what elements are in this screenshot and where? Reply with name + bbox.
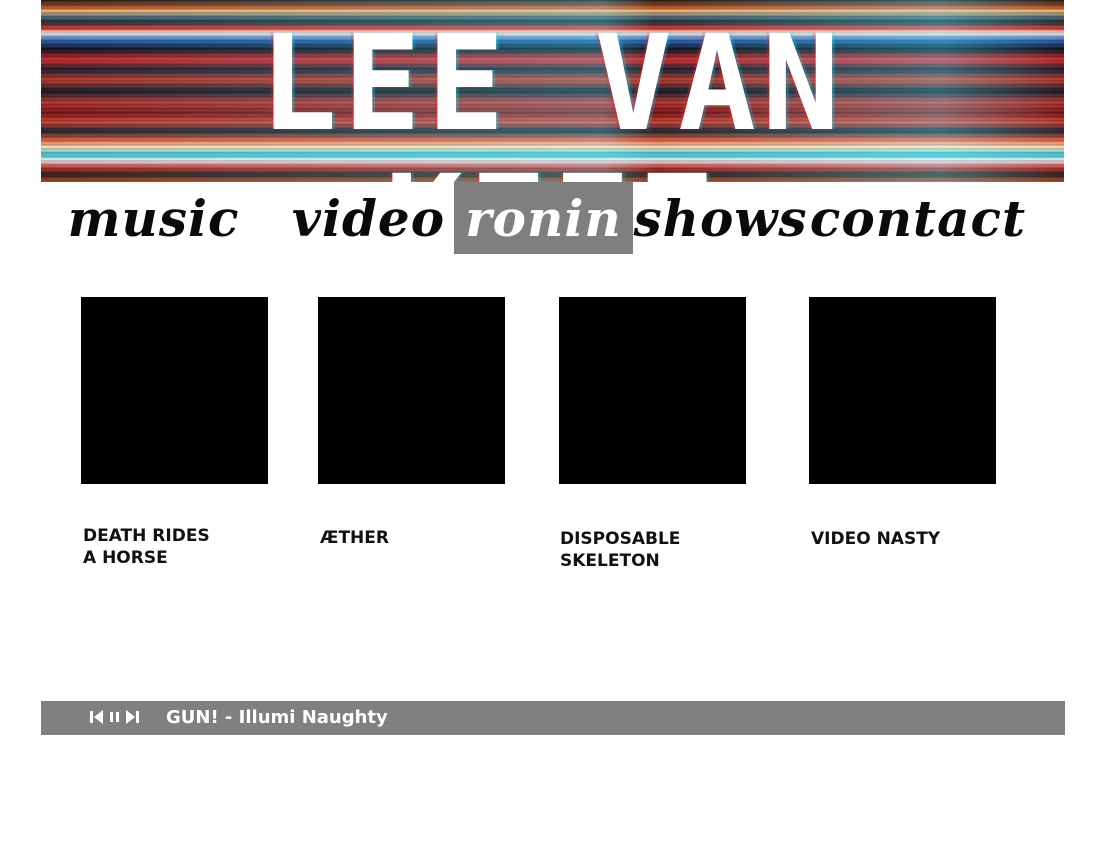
album-title-disposable-skeleton[interactable]: DISPOSABLE SKELETON [560, 528, 740, 572]
nav-item-contact[interactable]: contact [810, 182, 1025, 254]
header-banner: LEE VAN KEEF [41, 0, 1064, 182]
pause-icon[interactable] [109, 709, 121, 725]
now-playing-track: GUN! - Illumi Naughty [166, 707, 388, 728]
main-nav: music video ronin shows contact [41, 182, 1064, 254]
music-player-bar: GUN! - Illumi Naughty [41, 701, 1065, 735]
album-title-line: DISPOSABLE [560, 529, 681, 549]
album-title-line: DEATH RIDES [83, 526, 210, 546]
album-cover-death-rides-a-horse[interactable] [81, 297, 268, 484]
album-cover-aether[interactable] [318, 297, 505, 484]
nav-item-video[interactable]: video [286, 182, 451, 254]
nav-item-music[interactable]: music [68, 182, 239, 254]
album-title-death-rides-a-horse[interactable]: DEATH RIDES A HORSE [83, 525, 263, 569]
album-title-video-nasty[interactable]: VIDEO NASTY [811, 528, 991, 550]
album-cover-disposable-skeleton[interactable] [559, 297, 746, 484]
album-title-line: ÆTHER [320, 528, 389, 548]
nav-item-ronin[interactable]: ronin [454, 182, 633, 254]
album-title-aether[interactable]: ÆTHER [320, 527, 500, 549]
nav-item-shows[interactable]: shows [633, 182, 806, 254]
album-title-line: VIDEO NASTY [811, 529, 941, 549]
next-icon[interactable] [125, 709, 139, 725]
site-title: LEE VAN KEEF [259, 7, 846, 182]
album-cover-video-nasty[interactable] [809, 297, 996, 484]
album-title-line: A HORSE [83, 548, 168, 568]
prev-icon[interactable] [90, 709, 104, 725]
album-title-line: SKELETON [560, 551, 660, 571]
